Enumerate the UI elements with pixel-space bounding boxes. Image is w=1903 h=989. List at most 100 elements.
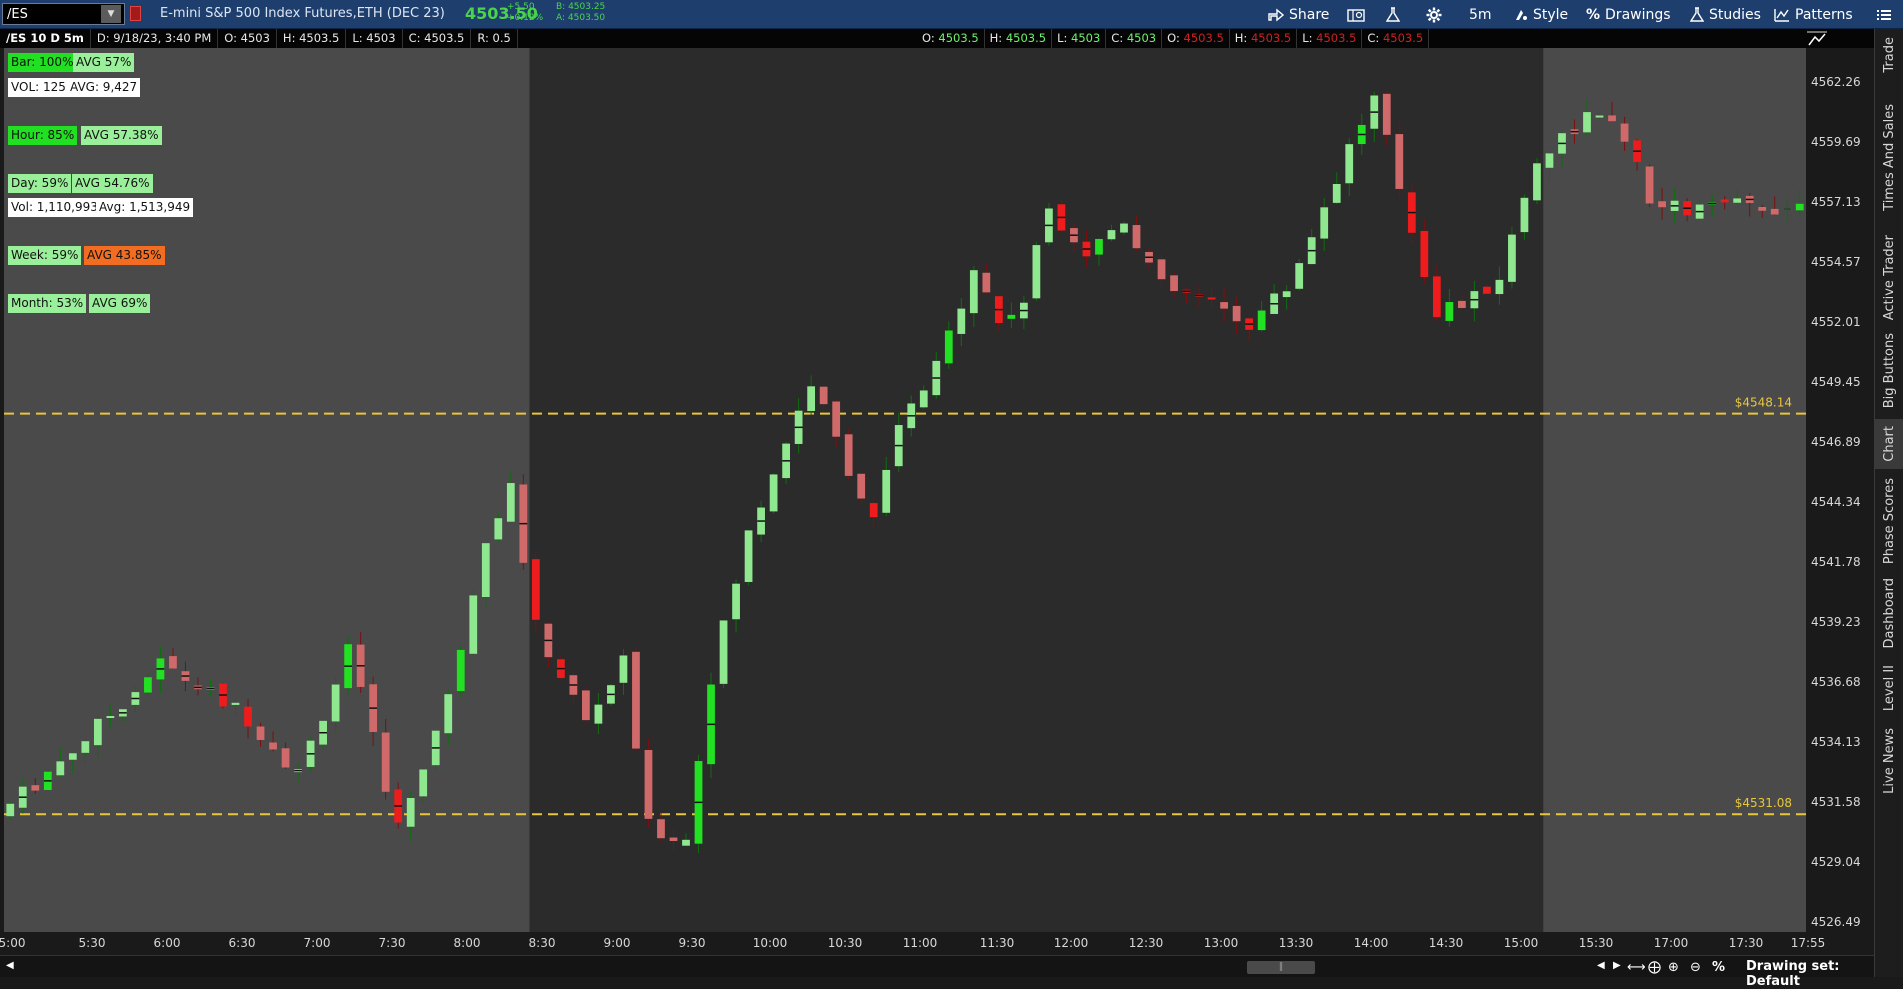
candle-down: [632, 651, 640, 749]
menu-button[interactable]: [1877, 5, 1891, 25]
candle-down: [1207, 297, 1216, 300]
price-axis-tick: 4531.58: [1811, 795, 1861, 809]
timeframe-label: 5m: [1469, 7, 1492, 23]
tab-phase-scores[interactable]: Phase Scores: [1875, 475, 1903, 567]
candle-up: [419, 769, 428, 797]
time-axis-tick: 11:30: [980, 936, 1015, 950]
zoom-in-icon[interactable]: ⊕: [1668, 960, 1679, 975]
overlay-ohlc-key: O:: [922, 31, 939, 45]
price-axis-tick: 4562.26: [1811, 75, 1861, 89]
symbol-input[interactable]: [3, 6, 101, 22]
candle-up: [144, 677, 152, 693]
tab-dashboard[interactable]: Dashboard: [1875, 573, 1903, 653]
week-avg-label: AVG 43.85%: [84, 246, 165, 265]
month-avg-label: AVG 69%: [89, 294, 151, 313]
style-label: Style: [1533, 7, 1569, 23]
week-percent-label: Week: 59%: [8, 246, 82, 265]
candle-down: [869, 503, 878, 518]
settings-button[interactable]: [1426, 5, 1442, 25]
gear-icon: [1426, 7, 1442, 23]
candle-up: [719, 620, 728, 684]
overlay-ohlc-value: 4503.5: [1382, 31, 1424, 45]
crosshair-icon[interactable]: ⨁: [1648, 960, 1661, 975]
candle-up: [1107, 230, 1116, 240]
drawings-button[interactable]: % Drawings: [1586, 5, 1671, 25]
zoom-out-icon[interactable]: ⊖: [1690, 960, 1701, 975]
price-axis-tick: 4534.13: [1811, 735, 1861, 749]
price-axis-tick: 4557.13: [1811, 195, 1861, 209]
share-button[interactable]: Share: [1268, 5, 1329, 25]
chart-info-bar: /ES 10 D 5m D: 9/18/23, 3:40 PM O: 4503 …: [0, 29, 1893, 48]
style-icon: [1516, 10, 1527, 20]
symbol-selector[interactable]: ▼: [2, 3, 125, 25]
symbol-dropdown-button[interactable]: ▼: [101, 5, 121, 23]
overlay-ohlc-item: L: 4503.5: [1297, 29, 1363, 48]
candle-down: [1157, 259, 1166, 280]
tab-active-trader[interactable]: Active Trader: [1875, 234, 1903, 322]
overlay-ohlc-value: 4503.5: [1005, 31, 1047, 45]
patterns-button[interactable]: Patterns: [1774, 5, 1853, 25]
tab-live-news[interactable]: Live News: [1875, 723, 1903, 799]
time-axis-tick: 6:30: [229, 936, 256, 950]
studies-button[interactable]: Studies: [1690, 5, 1761, 25]
tab-chart[interactable]: Chart: [1875, 419, 1903, 469]
style-button[interactable]: Style: [1514, 5, 1568, 25]
candle-down: [1758, 207, 1767, 211]
net-change: +5.50: [507, 2, 535, 12]
tab-trade[interactable]: Trade: [1875, 29, 1903, 81]
scroll-right-arrow-icon[interactable]: ▶: [1613, 960, 1621, 971]
percent-icon[interactable]: %: [1712, 960, 1725, 975]
link-color-icon[interactable]: [130, 6, 141, 21]
candle-down: [1232, 305, 1241, 322]
price-axis-tick: 4529.04: [1811, 855, 1861, 869]
candle-up: [1007, 314, 1016, 319]
flexible-grid-button[interactable]: [1347, 5, 1365, 25]
candle-down: [1432, 276, 1441, 318]
overlay-ohlc-item: C: 4503.5: [1362, 29, 1430, 48]
tab-big-buttons[interactable]: Big Buttons: [1875, 329, 1903, 413]
time-axis-tick: 17:00: [1654, 936, 1689, 950]
price-level-label: $4548.14: [1735, 396, 1792, 410]
candle-up: [1533, 163, 1541, 201]
candle-up: [1282, 291, 1291, 298]
candle-up: [331, 684, 340, 722]
candle-up: [594, 704, 603, 724]
scroll-left-arrow-icon[interactable]: ◀: [1597, 960, 1605, 971]
chart-name: /ES 10 D 5m: [0, 29, 91, 48]
candle-down: [244, 706, 252, 727]
candle-down: [832, 401, 841, 437]
candle-up: [231, 702, 240, 705]
menu-icon: [1877, 10, 1891, 20]
candle-up: [744, 530, 753, 582]
tab-times-and-sales[interactable]: Times And Sales: [1875, 87, 1903, 227]
bar-low: L: 4503: [346, 29, 403, 48]
patterns-icon: [1774, 9, 1789, 22]
scrollbar-thumb[interactable]: ‖: [1247, 961, 1315, 974]
candle-up: [1545, 153, 1554, 168]
time-axis-tick: 17:30: [1729, 936, 1764, 950]
candle-down: [1483, 286, 1491, 294]
bar-open: O: 4503: [218, 29, 277, 48]
price-axis-tick: 4526.49: [1811, 915, 1861, 929]
time-axis-tick: 13:30: [1279, 936, 1314, 950]
flask-button[interactable]: [1386, 5, 1400, 25]
candle-up: [456, 649, 465, 692]
candle-down: [657, 819, 665, 839]
candle-up: [6, 803, 15, 817]
pan-icon[interactable]: ⟷: [1627, 960, 1646, 975]
candle-down: [819, 386, 828, 405]
candle-up: [1795, 203, 1804, 211]
overlay-ohlc-key: C:: [1111, 31, 1127, 45]
candle-up: [1508, 234, 1516, 282]
timeframe-button[interactable]: 5m: [1469, 5, 1492, 25]
time-axis-tick: 8:00: [454, 936, 481, 950]
side-tab-strip: Trade Times And Sales Active Trader Big …: [1874, 29, 1903, 977]
scroll-left-icon[interactable]: ◀: [6, 960, 14, 971]
time-axis-tick: 10:30: [828, 936, 863, 950]
price-axis-tick: 4536.68: [1811, 675, 1861, 689]
price-chart[interactable]: $4548.14 $4531.08 4562.26 4559.69 4557.13 45…: [0, 48, 1874, 955]
overlay-ohlc-value: 4503.5: [1316, 31, 1357, 45]
candle-up: [769, 474, 778, 512]
tab-level-ii[interactable]: Level II: [1875, 659, 1903, 717]
price-axis-tick: 4544.34: [1811, 495, 1861, 509]
